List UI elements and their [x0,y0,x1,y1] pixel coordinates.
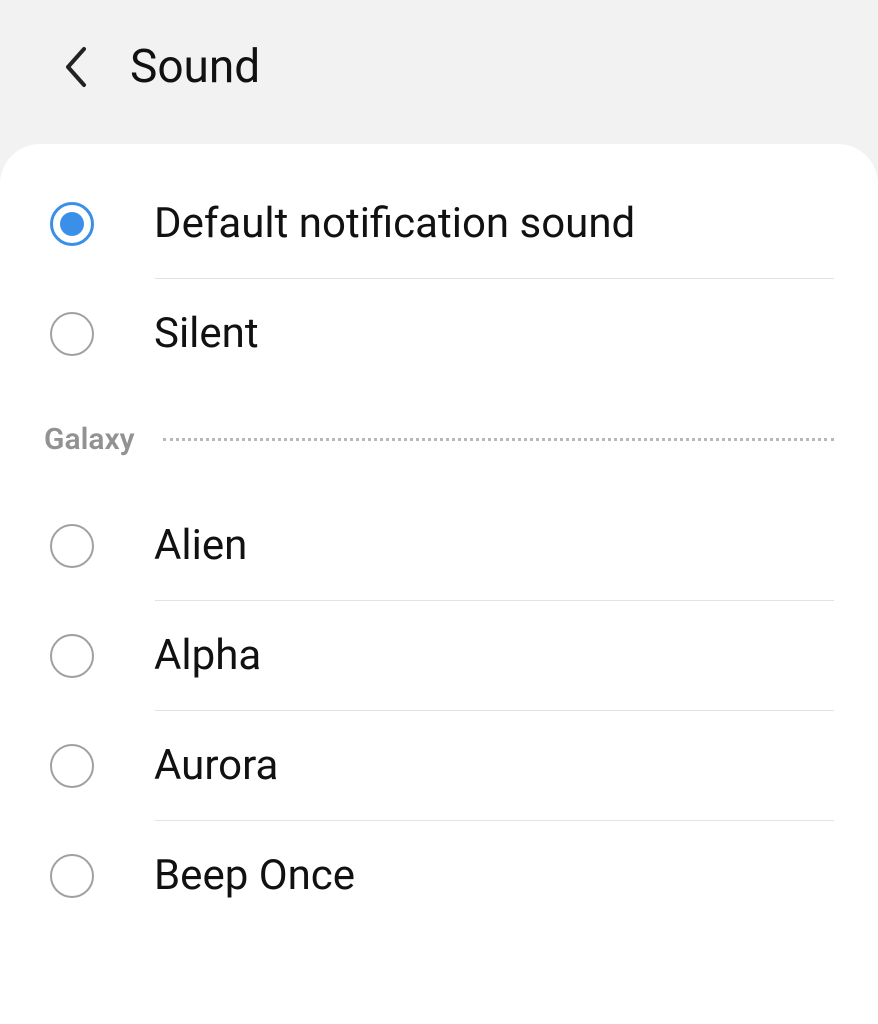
radio-unselected[interactable] [50,312,94,356]
radio-selected[interactable] [50,202,94,246]
section-header-galaxy: Galaxy [0,388,878,491]
option-label: Aurora [154,741,278,790]
option-label: Default notification sound [154,199,635,248]
radio-unselected[interactable] [50,634,94,678]
page-title: Sound [130,40,260,94]
radio-unselected[interactable] [50,854,94,898]
option-beep-once[interactable]: Beep Once [0,821,878,930]
option-default-notification-sound[interactable]: Default notification sound [0,169,878,278]
dotted-divider [163,438,834,441]
header: Sound [0,0,878,144]
option-label: Alien [154,521,247,570]
back-icon[interactable] [60,43,90,91]
option-alien[interactable]: Alien [0,491,878,600]
option-silent[interactable]: Silent [0,279,878,388]
option-label: Beep Once [154,851,355,900]
option-label: Alpha [154,631,261,680]
option-alpha[interactable]: Alpha [0,601,878,710]
section-title: Galaxy [44,422,135,457]
option-aurora[interactable]: Aurora [0,711,878,820]
option-label: Silent [154,309,259,358]
sound-options-card: Default notification sound Silent Galaxy… [0,144,878,1024]
radio-unselected[interactable] [50,524,94,568]
radio-unselected[interactable] [50,744,94,788]
